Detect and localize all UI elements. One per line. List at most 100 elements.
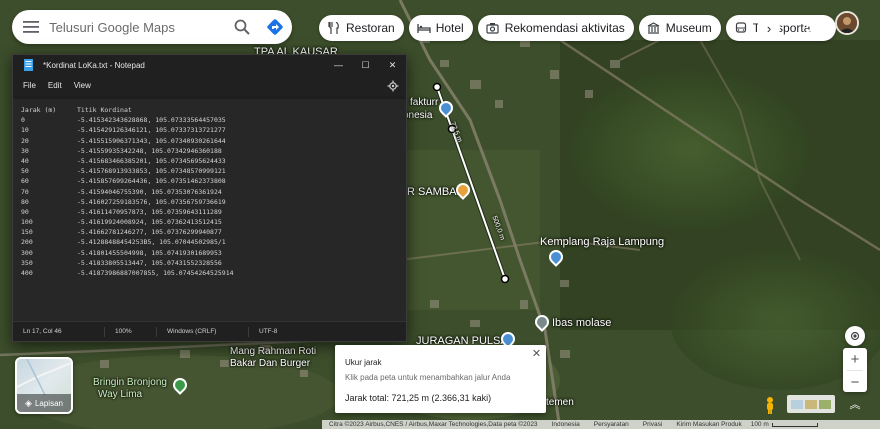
measure-hint: Klik pada peta untuk menambahkan jalur A…	[345, 373, 511, 382]
text-row: 150 -5.41662781246277, 105.07376299940877	[21, 228, 222, 237]
search-icon	[234, 19, 250, 35]
minimize-button[interactable]: —	[325, 55, 352, 75]
user-avatar-icon	[837, 13, 857, 33]
tile-terrain-icon	[805, 399, 817, 409]
layers-label: Lapisan	[34, 398, 63, 408]
chip-label: Hotel	[435, 21, 464, 35]
zoom-out-button[interactable]: −	[843, 371, 867, 393]
notepad-window[interactable]: *Kordinat LoKa.txt - Notepad — ☐ ✕ File …	[12, 54, 407, 342]
close-icon: ✕	[531, 348, 542, 360]
imagery-tiles[interactable]	[787, 395, 835, 413]
close-button[interactable]: ✕	[379, 55, 406, 75]
menu-button[interactable]	[12, 10, 49, 44]
layers-label-bar: ◈ Lapisan	[17, 394, 71, 412]
search-button[interactable]	[225, 10, 258, 44]
chip-rekomendasi[interactable]: Rekomendasi aktivitas	[477, 15, 634, 41]
text-row: 350 -5.41833805513447, 105.07431552328556	[21, 258, 222, 267]
notepad-title: *Kordinat LoKa.txt - Notepad	[43, 60, 145, 70]
scale-bar	[771, 422, 818, 427]
layers-button[interactable]: ◈ Lapisan	[15, 357, 73, 414]
text-row: 70 -5.41594046755390, 105.07353076361924	[21, 187, 222, 196]
my-location-button[interactable]	[845, 326, 865, 346]
notepad-titlebar[interactable]: *Kordinat LoKa.txt - Notepad — ☐ ✕	[13, 55, 406, 75]
chip-label: Museum	[665, 21, 712, 35]
text-row: 50 -5.415768913933853, 105.07348570999121	[21, 167, 226, 176]
link-persyaratan[interactable]: Persyaratan	[587, 421, 636, 428]
map-label-bringin-2[interactable]: Way Lima	[98, 389, 142, 400]
menu-edit[interactable]: Edit	[42, 81, 68, 90]
hamburger-icon	[22, 21, 39, 33]
text-row: 80 -5.416027259183576, 105.07356759736619	[21, 197, 226, 206]
layers-icon: ◈	[25, 397, 32, 408]
maximize-icon: ☐	[361, 59, 370, 70]
map-label-mang-1[interactable]: Mang Rahman Roti	[230, 346, 316, 357]
fork-knife-icon	[326, 20, 342, 36]
minimize-icon: —	[334, 60, 343, 70]
status-zoom: 100%	[105, 326, 157, 337]
directions-button[interactable]	[259, 10, 292, 44]
chip-label: Rekomendasi aktivitas	[504, 21, 625, 35]
close-icon: ✕	[388, 59, 397, 70]
map-label-sambal[interactable]: R SAMBAL	[407, 186, 463, 198]
map-label-temen: temen	[546, 397, 574, 408]
plus-icon: +	[850, 350, 860, 368]
header-jarak: Jarak (m)	[21, 106, 57, 114]
link-privasi[interactable]: Privasi	[636, 421, 670, 428]
map-label-manufaktur-1[interactable]: fakturr	[410, 97, 438, 108]
directions-icon	[267, 19, 283, 35]
text-row: 40 -5.415683466385201, 105.07345695624433	[21, 156, 226, 165]
chip-restoran[interactable]: Restoran	[319, 15, 404, 41]
chip-hotel[interactable]: Hotel	[408, 15, 473, 41]
map-label-bringin-1[interactable]: Bringin Bronjong	[93, 377, 167, 388]
search-input[interactable]	[49, 12, 226, 42]
chip-label: Restoran	[346, 21, 395, 35]
text-header-row: Jarak (m) Titik Kordinat	[21, 105, 406, 115]
map-label-manufaktur-2[interactable]: onesia	[403, 110, 432, 121]
pegman-icon	[767, 397, 773, 414]
notepad-icon	[24, 59, 33, 71]
map-label-kemplang[interactable]: Kemplang Raja Lampung	[540, 236, 664, 248]
apps-button[interactable]	[803, 14, 825, 36]
location-icon	[850, 331, 860, 341]
tile-map-icon	[791, 399, 803, 409]
zoom-in-button[interactable]: +	[843, 348, 867, 370]
bed-icon	[416, 20, 432, 36]
bus-icon	[733, 20, 749, 36]
map-thumbnail	[17, 359, 71, 395]
text-row: 300 -5.41801455504998, 105.07419301689953	[21, 248, 222, 257]
map-label-mang-2[interactable]: Bakar Dan Burger	[230, 358, 310, 369]
notepad-statusbar: Ln 17, Col 46 100% Windows (CRLF) UTF-8	[13, 321, 406, 341]
text-row: 30 -5.41559935342248, 105.07342946360188	[21, 146, 222, 155]
measure-distance-panel: Ukur jarak Klik pada peta untuk menambah…	[335, 345, 546, 413]
notepad-text-area[interactable]: Jarak (m) Titik Kordinat 0 -5.41534234362…	[13, 99, 406, 323]
museum-icon	[646, 20, 662, 36]
search-bar	[12, 10, 292, 44]
text-row: 90 -5.41611470957873, 105.07359643111289	[21, 207, 222, 216]
menu-view[interactable]: View	[68, 81, 97, 90]
map-credits: Citra ©2023 Airbus,CNES / Airbus,Maxar T…	[329, 421, 538, 428]
attribution-bar: Citra ©2023 Airbus,CNES / Airbus,Maxar T…	[322, 420, 880, 429]
text-row: 400 -5.41873986887007855, 105.07454264525…	[21, 269, 234, 277]
measure-close-button[interactable]: ✕	[530, 347, 543, 360]
chip-museum[interactable]: Museum	[638, 15, 721, 41]
gear-icon[interactable]	[387, 80, 399, 92]
text-row: 10 -5.415429126346121, 105.07337313721277	[21, 126, 226, 135]
status-encoding: UTF-8	[259, 327, 278, 335]
street-view-pegman[interactable]	[760, 395, 780, 415]
maximize-button[interactable]: ☐	[352, 55, 379, 75]
scale-indicator[interactable]: 100 m	[751, 421, 818, 428]
text-row: 200 -5.41288488454253B5, 105.07044502985/…	[21, 238, 226, 247]
zoom-control: + −	[843, 348, 867, 392]
link-indonesia[interactable]: Indonesia	[545, 421, 587, 428]
menu-file[interactable]: File	[17, 81, 42, 90]
grid-icon	[806, 17, 822, 33]
camera-icon	[485, 20, 501, 36]
scale-label: 100 m	[750, 421, 769, 428]
status-position: Ln 17, Col 46	[13, 326, 105, 337]
map-label-ibas[interactable]: Ibas molase	[552, 317, 611, 329]
link-kirim-masukan[interactable]: Kirim Masukan Produk	[669, 421, 748, 428]
text-row: 60 -5.415857699264436, 105.07351462373808	[21, 177, 226, 186]
avatar[interactable]	[835, 11, 859, 35]
measure-title: Ukur jarak	[345, 358, 382, 367]
expand-button[interactable]: ︽	[845, 395, 865, 413]
